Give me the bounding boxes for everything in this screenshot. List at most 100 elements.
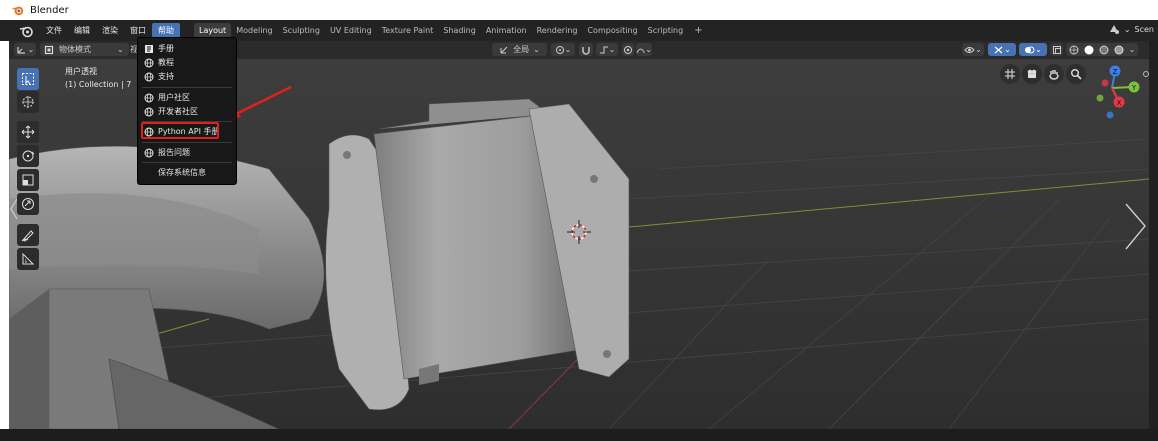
menu-item-tutorials[interactable]: 教程 [144, 56, 230, 69]
scene-label: Scen [1134, 24, 1154, 34]
measure-ruler-icon [22, 252, 35, 265]
move-tool[interactable] [17, 121, 39, 143]
mode-label: 物体模式 [59, 45, 91, 54]
orientation-icon [500, 46, 508, 53]
help-dropdown-menu: 手册 教程 支持 用户社区 开发者社区 Python API 手册 报告问题 保… [137, 37, 237, 185]
proportional-edit-toggle[interactable] [622, 43, 634, 56]
right-gutter [1149, 41, 1158, 429]
transform-global-label: 全局 [513, 45, 530, 54]
toggle-camera-grid-button[interactable] [1000, 64, 1020, 84]
globe-icon [144, 72, 154, 81]
rotate-tool[interactable] [17, 145, 39, 167]
blender-menu-icon[interactable] [18, 23, 34, 39]
menu-item-save-system-info[interactable]: 保存系统信息 [144, 166, 244, 179]
transform-orientation-select[interactable]: 全局 ⌄ [492, 43, 547, 56]
menu-item-report-bug[interactable]: 报告问题 [144, 146, 230, 159]
transform-tool[interactable] [17, 193, 39, 215]
falloff-icon [636, 48, 645, 53]
annotate-pen-icon [21, 230, 34, 242]
axis-x-label: X [1117, 99, 1122, 107]
globe-icon [144, 148, 154, 157]
globe-icon [144, 107, 154, 116]
annotate-tool[interactable] [17, 224, 39, 246]
grid-icon [1005, 69, 1015, 79]
tab-compositing[interactable]: Compositing [582, 23, 642, 38]
xray-toggle[interactable] [1050, 43, 1063, 56]
transform-icon [22, 198, 34, 210]
proportional-edit-icon [624, 45, 632, 54]
menu-help[interactable]: 帮助 [152, 23, 180, 38]
select-box-tool[interactable] [17, 68, 39, 90]
menu-item-developer-community[interactable]: 开发者社区 [144, 105, 230, 118]
menu-edit[interactable]: 编辑 [68, 23, 96, 38]
hand-icon [1049, 70, 1059, 80]
menu-item-manual[interactable]: 手册 [144, 42, 230, 55]
shading-options-dropdown[interactable]: ⌄ [1129, 45, 1136, 54]
menu-separator [142, 162, 232, 163]
menu-separator [142, 142, 232, 143]
menu-file[interactable]: 文件 [40, 23, 68, 38]
falloff-select[interactable]: ⌄ [636, 43, 652, 56]
rendered-shading-icon[interactable] [1114, 45, 1124, 55]
rotate-icon [22, 150, 35, 162]
globe-icon [144, 58, 154, 67]
snap-increment-icon [599, 46, 608, 53]
menu-separator [142, 87, 232, 88]
pivot-icon [555, 45, 564, 54]
measure-tool[interactable] [17, 248, 39, 270]
tab-modeling[interactable]: Modeling [231, 23, 277, 38]
menu-render[interactable]: 渲染 [96, 23, 124, 38]
tab-uv-editing[interactable]: UV Editing [325, 23, 377, 38]
camera-icon [1027, 69, 1037, 78]
blender-logo-icon [11, 6, 24, 16]
scene-icon [1109, 25, 1119, 34]
magnet-icon [582, 46, 590, 55]
annotation-highlight-box [141, 122, 219, 139]
snap-toggle[interactable] [579, 43, 593, 56]
snap-target-select[interactable]: ⌄ [596, 43, 618, 56]
tab-layout[interactable]: Layout [194, 23, 232, 38]
axis-navigation-gizmo[interactable]: Z Y X [1080, 62, 1150, 122]
gizmo-icon [994, 46, 1003, 53]
scene-selector[interactable]: ⌄ Scen [1108, 23, 1154, 35]
solid-shading-icon[interactable] [1084, 45, 1094, 55]
window-titlebar: Blender [0, 0, 1158, 20]
tab-rendering[interactable]: Rendering [532, 23, 583, 38]
menu-item-user-community[interactable]: 用户社区 [144, 91, 230, 104]
globe-icon [144, 93, 154, 102]
mode-select[interactable]: 物体模式 ⌄ [40, 43, 129, 56]
xray-icon [1052, 45, 1061, 54]
add-workspace-button[interactable]: + [688, 25, 708, 36]
tab-sculpting[interactable]: Sculpting [278, 23, 325, 38]
tab-scripting[interactable]: Scripting [643, 23, 689, 38]
wireframe-shading-icon[interactable] [1069, 45, 1079, 55]
manual-icon [145, 44, 153, 53]
material-shading-icon[interactable] [1099, 45, 1109, 55]
eye-icon [964, 46, 975, 53]
tab-shading[interactable]: Shading [438, 23, 481, 38]
menu-item-support[interactable]: 支持 [144, 70, 230, 83]
move-icon [21, 125, 35, 139]
editor-type-button[interactable]: ⌄ [14, 43, 36, 56]
collection-info-label: (1) Collection | 7 [65, 80, 132, 89]
gizmo-toggle[interactable]: ⌄ [988, 43, 1016, 56]
camera-view-button[interactable] [1022, 64, 1042, 84]
cursor-tool[interactable] [17, 91, 39, 113]
status-bar [0, 429, 1158, 441]
axis-y-label: Y [1131, 84, 1137, 92]
visibility-button[interactable]: ⌄ [962, 43, 984, 56]
scale-tool[interactable] [17, 169, 39, 191]
pan-view-button[interactable] [1044, 64, 1064, 84]
menu-window[interactable]: 窗口 [124, 23, 152, 38]
shading-mode-group: ⌄ [1066, 43, 1138, 56]
scale-icon [22, 174, 34, 186]
cursor-tool-icon [22, 96, 34, 108]
object-mode-icon [44, 45, 54, 54]
axis-z-label: Z [1113, 68, 1118, 76]
select-box-icon [22, 73, 34, 85]
tab-animation[interactable]: Animation [481, 23, 532, 38]
overlays-toggle[interactable]: ⌄ [1019, 43, 1047, 56]
tab-texture-paint[interactable]: Texture Paint [377, 23, 439, 38]
axes-editor-icon [17, 46, 25, 54]
pivot-point-button[interactable]: ⌄ [551, 43, 575, 56]
